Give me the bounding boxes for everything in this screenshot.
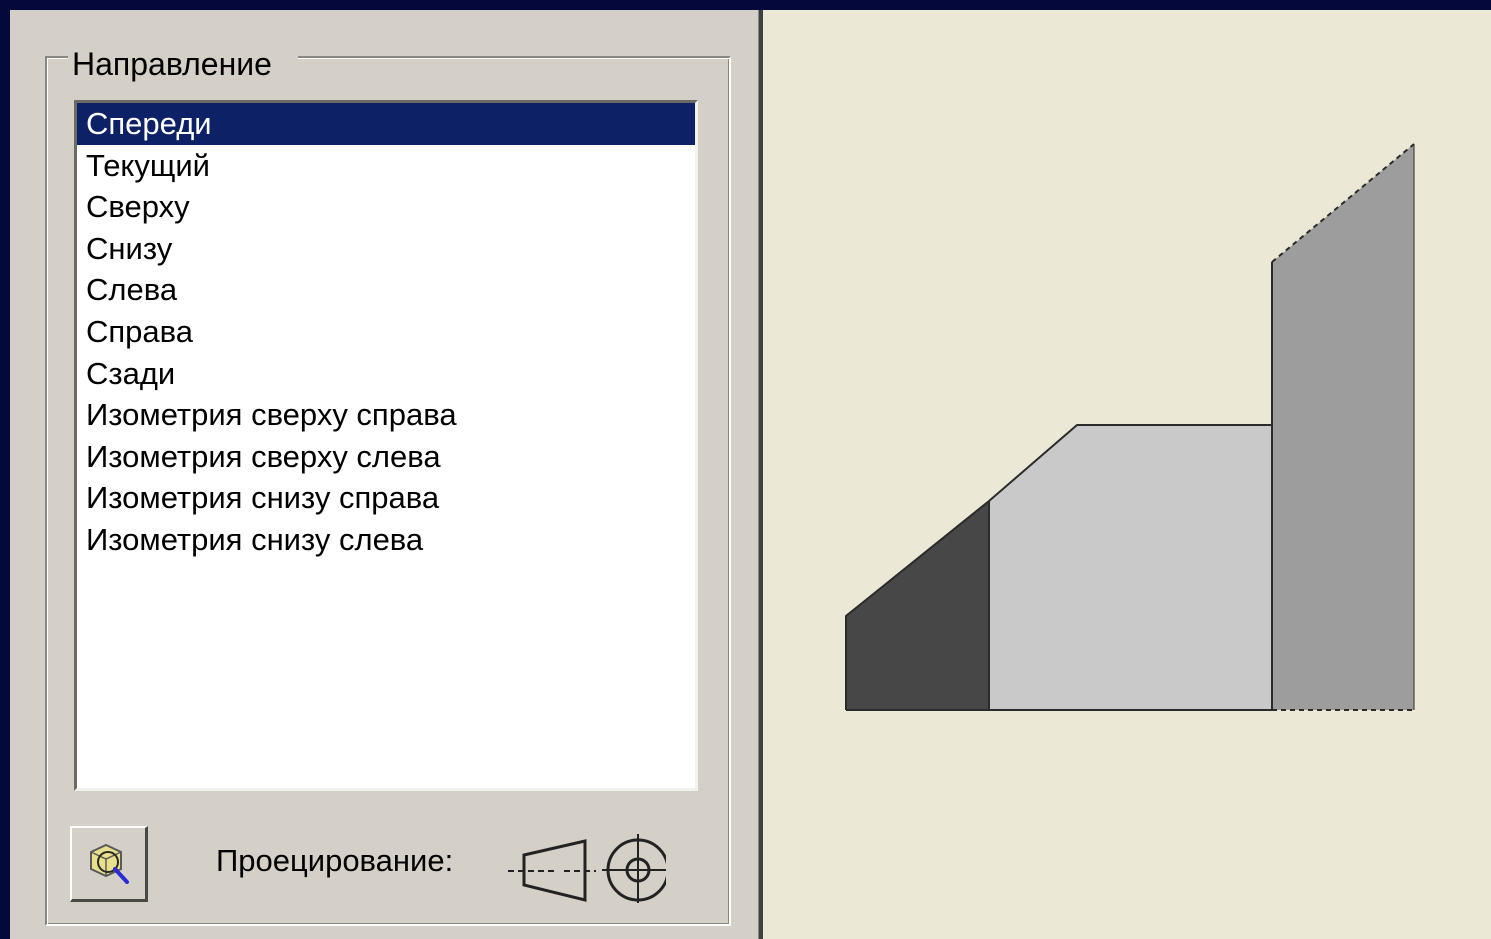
direction-item-bottom[interactable]: Снизу — [77, 228, 695, 270]
direction-item-iso-top-left[interactable]: Изометрия сверху слева — [77, 436, 695, 478]
preview-area — [763, 10, 1491, 939]
view-direction-panel: Направление Спереди Текущий Сверху Снизу… — [10, 10, 758, 939]
direction-item-left[interactable]: Слева — [77, 269, 695, 311]
direction-listbox[interactable]: Спереди Текущий Сверху Снизу Слева Справ… — [74, 100, 698, 791]
zoom-view-button[interactable] — [70, 826, 148, 902]
direction-item-right[interactable]: Справа — [77, 311, 695, 353]
direction-item-back[interactable]: Сзади — [77, 353, 695, 395]
direction-item-iso-bottom-left[interactable]: Изометрия снизу слева — [77, 519, 695, 561]
direction-item-front[interactable]: Спереди — [77, 103, 695, 145]
first-angle-projection-icon[interactable] — [506, 823, 666, 903]
part-front-view-preview — [845, 143, 1415, 711]
zoom-view-icon — [89, 843, 129, 884]
direction-item-iso-bottom-right[interactable]: Изометрия снизу справа — [77, 477, 695, 519]
direction-item-top[interactable]: Сверху — [77, 186, 695, 228]
direction-item-iso-top-right[interactable]: Изометрия сверху справа — [77, 394, 695, 436]
direction-item-current[interactable]: Текущий — [77, 145, 695, 187]
projection-label: Проецирование: — [216, 843, 454, 878]
direction-group-title: Направление — [68, 48, 298, 80]
